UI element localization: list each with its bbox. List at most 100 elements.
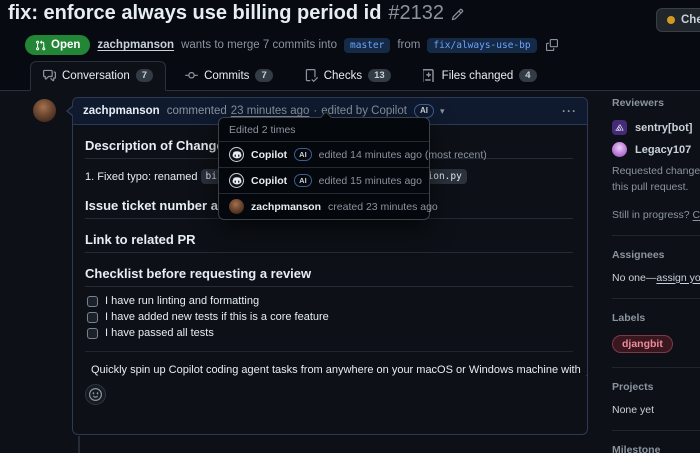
heading-checklist: Checklist before requesting a review [85,266,573,287]
pr-title-text: fix: enforce always use billing period i… [8,2,381,25]
checkbox-linting[interactable] [87,296,98,307]
pr-checklist: I have run linting and formatting I have… [85,295,573,339]
note-line: this pull request. [612,180,700,196]
sidebar-section-milestone: Milestone No milestone [612,444,700,453]
edit-history-dropdown: Edited 2 times Copilot AI edited 14 minu… [218,117,430,220]
reviewer-name: Legacy107 [635,144,691,156]
checklist-item: I have passed all tests [87,327,573,339]
edit-history-row-3[interactable]: zachpmanson created 23 minutes ago [219,194,429,219]
edit-history-row-1[interactable]: Copilot AI edited 14 minutes ago (most r… [219,142,429,168]
pr-meta-row: Open zachpmanson wants to merge 7 commit… [25,35,558,55]
comment-action: commented [167,105,227,117]
edit-title-pencil-icon[interactable] [451,8,464,21]
edit-history-user: Copilot [251,149,287,161]
tab-checks-count: 13 [368,69,391,82]
pr-meta-from: from [397,39,420,51]
timeline-connector [78,436,80,453]
tab-commits[interactable]: Commits 7 [172,61,286,91]
pr-number: #2132 [388,2,444,25]
edit-history-text: edited 14 minutes ago (most recent) [319,149,487,161]
pr-meta-action: wants to merge 7 commits into [181,39,337,51]
checkbox-new-tests-label: I have added new tests if this is a core… [105,311,329,323]
checklist-item: I have added new tests if this is a core… [87,311,573,323]
copilot-avatar-icon [229,173,244,188]
sidebar-section-reviewers: Reviewers sentry[bot] Legacy107 Requeste… [612,97,700,236]
ai-badge: AI [294,174,312,187]
reviewer-row-sentry[interactable]: sentry[bot] [612,120,700,135]
still-in-progress-line: Still in progress? Convert to draft [612,209,700,221]
comment-separator: · [313,105,317,117]
comment-author-avatar[interactable] [33,99,56,122]
copilot-promo-banner: Quickly spin up Copilot coding agent tas… [85,351,573,376]
progress-text: Still in progress? [612,209,693,221]
pr-state-label: Open [51,39,80,51]
head-branch-label[interactable]: fix/always-use-bp [427,38,536,53]
requested-changes-note: Requested changes must be addressed to m… [612,164,700,196]
pr-author-link[interactable]: zachpmanson [97,39,174,51]
checkbox-linting-label: I have run linting and formatting [105,295,259,307]
no-one-text: No one— [612,272,656,284]
reviewer-name: sentry[bot] [635,122,692,134]
comment-edited-by[interactable]: edited by Copilot [321,105,407,117]
conversation-icon [43,69,56,82]
milestone-heading: Milestone [612,444,700,453]
add-reaction-button[interactable] [85,384,106,405]
ai-badge: AI [414,104,434,118]
ai-badge: AI [294,148,312,161]
pending-status-dot-icon [667,16,675,24]
note-line: Requested changes must be addressed to m… [612,164,700,180]
pr-tab-bar: Conversation 7 Commits 7 Checks 13 Files… [30,61,550,91]
smiley-icon [89,388,102,401]
tab-checks[interactable]: Checks 13 [292,61,404,91]
label-djangbit[interactable]: djangbit [612,335,673,353]
labels-heading: Labels [612,312,700,324]
tab-commits-label: Commits [204,70,249,82]
checkbox-passed-tests[interactable] [87,328,98,339]
tab-conversation[interactable]: Conversation 7 [30,61,166,91]
reviewer-row-legacy107[interactable]: Legacy107 [612,142,700,157]
edit-history-user: zachpmanson [251,201,321,213]
copy-branch-icon[interactable] [546,39,558,51]
sidebar-section-labels: Labels djangbit [612,312,700,368]
promo-text: Quickly spin up Copilot coding agent tas… [91,364,581,376]
edit-history-text: created 23 minutes ago [328,201,438,213]
pr-sidebar: Reviewers sentry[bot] Legacy107 Requeste… [612,97,700,453]
checkbox-passed-tests-label: I have passed all tests [105,327,214,339]
legacy107-avatar [612,142,627,157]
pull-request-icon [35,40,46,51]
list-item-text: 1. Fixed typo: renamed [85,171,198,183]
copilot-avatar-icon [229,147,244,162]
commits-icon [185,69,198,82]
tab-conversation-label: Conversation [62,70,130,82]
zachpmanson-avatar [229,199,244,214]
edit-history-user: Copilot [251,175,287,187]
checklist-item: I have run linting and formatting [87,295,573,307]
projects-heading: Projects [612,381,700,393]
tab-checks-label: Checks [324,70,362,82]
file-diff-icon [423,69,436,82]
checks-icon [305,69,318,82]
tab-files-changed[interactable]: Files changed 4 [410,61,550,91]
projects-value: None yet [612,404,700,416]
page-header: fix: enforce always use billing period i… [0,0,700,91]
assign-yourself-link[interactable]: assign yourself [656,272,700,284]
edit-history-text: edited 15 minutes ago [319,175,422,187]
sidebar-section-assignees: Assignees No one—assign yourself [612,249,700,299]
sentry-avatar-icon [612,120,627,135]
tab-files-count: 4 [519,69,536,82]
edit-history-row-2[interactable]: Copilot AI edited 15 minutes ago [219,168,429,194]
checks-status-label: Checks [681,14,700,26]
heading-link-related-pr: Link to related PR [85,232,573,253]
checkbox-new-tests[interactable] [87,312,98,323]
convert-to-draft-link[interactable]: Convert to draft [693,209,700,221]
base-branch-label[interactable]: master [344,38,390,53]
comment-options-kebab-icon[interactable]: ··· [562,104,577,118]
pr-title: fix: enforce always use billing period i… [8,2,464,25]
checks-status-button[interactable]: Checks [656,8,700,32]
comment-timestamp-link[interactable]: 23 minutes ago [231,105,310,117]
tab-commits-count: 7 [255,69,272,82]
edit-history-caret-icon[interactable]: ▾ [440,106,445,117]
pr-state-badge: Open [25,35,90,55]
sidebar-section-projects: Projects None yet [612,381,700,431]
comment-author-link[interactable]: zachpmanson [83,105,160,117]
